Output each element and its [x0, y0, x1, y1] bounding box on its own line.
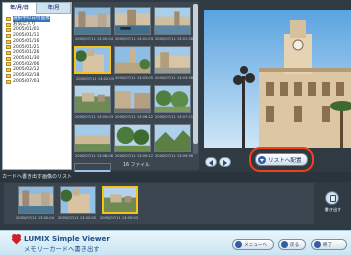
photo-building-tree: [61, 187, 95, 213]
thumbnail-date: 2005/07/11 13:08:08: [75, 154, 113, 158]
export-item-date: 2005/07/11 13:02:05: [58, 216, 96, 220]
folder-icon: [6, 73, 11, 78]
app-name: LUMIX Simple Viewer: [24, 234, 110, 243]
thumbnail-date: 2005/07/11 13:03:38: [155, 76, 193, 80]
exit-button[interactable]: 終了: [311, 239, 347, 250]
thumbnail-date: 2005/07/11 13:00:04: [75, 37, 113, 41]
thumbnail[interactable]: 2005/07/11 13:01:38: [154, 7, 193, 41]
thumbnail-scrollbar[interactable]: [193, 4, 198, 154]
thumbnail[interactable]: 2005/07/11 13:08:08: [74, 124, 113, 158]
export-list: 2005/07/11 13:00:04 2005/07/11 13:02:05 …: [4, 183, 314, 224]
date-tree-panel: 年/月/日 年/月 選択中の日付画像 お気に入り 2005/01/01 2005…: [2, 2, 72, 170]
thumbnail[interactable]: 2005/07/11 13:03:05: [114, 46, 153, 80]
folder-icon: [6, 45, 11, 50]
photo-plaza: [155, 47, 190, 73]
close-icon: [314, 241, 321, 248]
thumbnail-grid: 2005/07/11 13:00:04 2005/07/11 13:01:03 …: [74, 7, 193, 173]
file-count: 16 ファイル: [123, 163, 150, 168]
export-list-item[interactable]: [60, 186, 96, 214]
thumbnail[interactable]: 2005/07/11 13:01:03: [114, 7, 153, 41]
back-button[interactable]: 戻る: [278, 239, 306, 250]
export-list-header: カードへ書き出す画像のリスト: [0, 172, 351, 182]
prev-image-button[interactable]: [205, 157, 217, 167]
thumbnail-date: 2005/07/11 13:01:38: [155, 37, 193, 41]
thumbnail[interactable]: 2005/07/11 13:09:12: [114, 124, 153, 158]
export-list-item-selected[interactable]: [102, 186, 138, 214]
app-subtitle: メモリーカードへ書き出す: [24, 246, 100, 253]
tab-year-month-day[interactable]: 年/月/日: [3, 3, 37, 14]
photo-tower: [115, 47, 150, 73]
thumbnail-date: 2005/07/11 13:09:12: [115, 154, 153, 158]
tree-item-date[interactable]: 2005/07/03: [6, 79, 69, 85]
thumbnail-selected[interactable]: 2005/07/11 13:02:05: [74, 46, 114, 81]
photo-hillside: [104, 188, 136, 212]
image-preview: [204, 10, 351, 148]
photo-coast-town: [75, 125, 110, 151]
tree-tabs: 年/月/日 年/月: [3, 3, 71, 14]
photo-valley: [155, 125, 190, 151]
folder-icon: [6, 56, 11, 61]
scrollbar-thumb[interactable]: [193, 4, 198, 144]
tree-item-label: 2005/07/03: [13, 78, 40, 84]
next-image-button[interactable]: [219, 157, 231, 167]
folder-icon: [6, 28, 11, 33]
thumbnail-date: 2005/07/11 13:09:36: [155, 154, 193, 158]
menu-icon: [235, 241, 242, 248]
folder-icon: [6, 51, 11, 56]
thumbnail-date: 2005/07/11 13:01:03: [115, 37, 153, 41]
thumbnail[interactable]: 2005/07/11 13:07:11: [154, 85, 193, 119]
folder-icon: [6, 22, 11, 27]
tab-year-month[interactable]: 年/月: [37, 3, 71, 14]
exit-button-label: 終了: [323, 242, 333, 248]
photo-building-tree: [76, 48, 109, 72]
photo-street: [115, 86, 150, 112]
lumix-heart-logo: [11, 234, 22, 245]
add-to-list-label: リストへ配置: [268, 157, 302, 164]
thumbnail[interactable]: 2005/07/11 13:05:03: [74, 85, 113, 119]
photo-hillside: [75, 86, 110, 112]
folder-icon: [6, 39, 11, 44]
date-folder-list: 選択中の日付画像 お気に入り 2005/01/01 2005/01/11 200…: [3, 14, 71, 84]
add-to-list-button[interactable]: リストへ配置: [255, 153, 308, 166]
folder-icon: [6, 16, 11, 21]
write-out-label: 書き出す: [324, 207, 342, 212]
write-out-button[interactable]: 書き出す: [318, 189, 348, 221]
photo-canal-boats: [115, 8, 150, 34]
thumbnail[interactable]: 2005/07/11 13:09:36: [154, 124, 193, 158]
arrow-right-icon: [223, 160, 227, 166]
export-list-item[interactable]: [18, 186, 54, 214]
thumbnail-date: 2005/07/11 13:07:11: [155, 115, 193, 119]
arrow-left-icon: [209, 160, 213, 166]
folder-icon: [6, 62, 11, 67]
photo-trees: [115, 125, 150, 151]
photo-harbor: [155, 8, 190, 34]
export-item-date: 2005/07/11 13:00:04: [16, 216, 54, 220]
photo-garden: [155, 86, 190, 112]
thumbnail[interactable]: 2005/07/11 13:03:38: [154, 46, 193, 80]
export-list-title: カードへ書き出す画像のリスト: [2, 174, 73, 180]
thumbnail-date: 2005/07/11 13:02:05: [76, 77, 114, 81]
thumbnail[interactable]: 2005/07/11 13:00:04: [74, 7, 113, 41]
photo-canal-town: [75, 8, 110, 34]
menu-button-label: メニューへ: [244, 242, 267, 248]
app-window: 年/月/日 年/月 選択中の日付画像 お気に入り 2005/01/01 2005…: [0, 0, 351, 255]
thumbnail-date: 2005/07/11 13:05:03: [75, 115, 113, 119]
thumbnail-area: 2005/07/11 13:00:04 2005/07/11 13:01:03 …: [73, 2, 199, 173]
thumbnail-date: 2005/07/11 13:06:22: [115, 115, 153, 119]
thumbnail-date: 2005/07/11 13:03:05: [115, 76, 153, 80]
photo-canal-town: [19, 187, 53, 213]
thumbnail[interactable]: 2005/07/11 13:06:22: [114, 85, 153, 119]
back-button-label: 戻る: [290, 242, 300, 248]
preview-photo: [204, 10, 351, 148]
menu-button[interactable]: メニューへ: [232, 239, 274, 250]
folder-icon: [6, 68, 11, 73]
download-icon: [258, 155, 266, 164]
folder-icon: [6, 79, 11, 84]
back-icon: [281, 241, 288, 248]
card-icon: [325, 191, 339, 205]
export-item-date: 2005/07/11 13:05:03: [100, 216, 138, 220]
folder-icon: [6, 33, 11, 38]
